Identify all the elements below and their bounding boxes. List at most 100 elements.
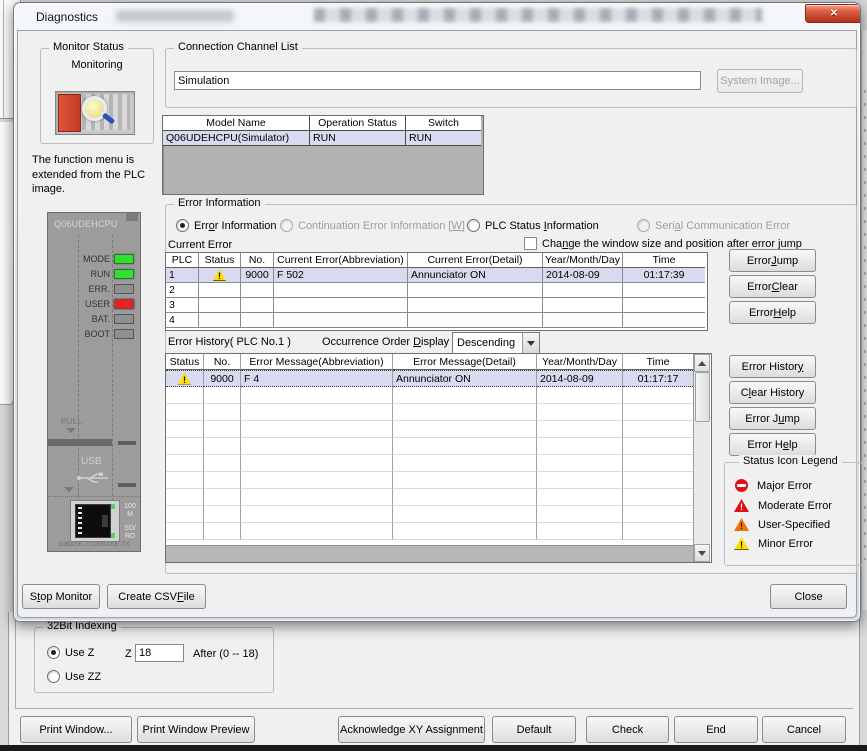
led-row-err: ERR. (56, 281, 134, 296)
current-error-table: PLC Status No. Current Error(Abbreviatio… (165, 252, 708, 331)
end-button[interactable]: End (674, 716, 758, 743)
run-led (114, 269, 134, 279)
history-error-jump-button[interactable]: Error Jump (729, 407, 816, 430)
minor-error-icon (178, 373, 191, 385)
port-sdrd-label: SD/RD (122, 525, 138, 541)
column-header: Year/Month/Day (543, 253, 623, 268)
plc-cell: 1 (166, 268, 199, 283)
default-button[interactable]: Default (492, 716, 576, 743)
error-clear-button[interactable]: Error Clear (729, 275, 816, 298)
scrollbar-thumb[interactable] (695, 372, 710, 422)
empty-row (166, 523, 693, 540)
radio-icon (47, 646, 60, 659)
history-error-help-button[interactable]: Error Help (729, 433, 816, 456)
radio-icon (637, 219, 650, 232)
error-history-table: Status No. Error Message(Abbreviation) E… (165, 353, 712, 563)
switch-cell: RUN (406, 131, 481, 146)
column-header: Time (623, 354, 693, 370)
print-window-preview-button[interactable]: Print Window Preview (137, 716, 255, 743)
close-dialog-button[interactable]: Close (770, 584, 847, 609)
current-error-row[interactable]: 2 (166, 283, 707, 298)
create-csv-file-button[interactable]: Create CSV File (107, 584, 206, 609)
plc-section-separator (48, 496, 140, 497)
error-abbr-cell: F 502 (274, 268, 408, 283)
cancel-button[interactable]: Cancel (762, 716, 846, 743)
title-bar[interactable]: Diagnostics ✕ (14, 3, 860, 30)
legend-item-user-specified: User-Specified (734, 518, 830, 531)
error-history-grid: Status No. Error Message(Abbreviation) E… (166, 354, 693, 562)
column-header: Current Error(Abbreviation) (274, 253, 408, 268)
column-header: Error Message(Detail) (393, 354, 537, 370)
system-image-button[interactable]: System Image... (717, 69, 803, 93)
led-label: MODE (56, 254, 114, 264)
cover-arrow-icon (64, 487, 74, 492)
connection-channel-input[interactable] (174, 71, 701, 90)
error-jump-button[interactable]: Error Jump (729, 249, 816, 272)
model-name-cell: Q06UDEHCPU(Simulator) (163, 131, 310, 146)
close-button[interactable]: ✕ (805, 4, 860, 23)
empty-row (166, 455, 693, 472)
plc-module-graphic (58, 94, 81, 132)
current-error-header: PLC Status No. Current Error(Abbreviatio… (166, 253, 707, 268)
legend-label: Moderate Error (758, 500, 832, 512)
vertical-scrollbar[interactable] (693, 354, 710, 562)
dialog-body: Monitor Status Monitoring The function m… (17, 30, 857, 618)
led-row-run: RUN (56, 266, 134, 281)
column-header: Model Name (163, 116, 310, 131)
connection-channel-group-label: Connection Channel List (174, 41, 302, 53)
serial-communication-error-radio[interactable]: Serial Communication Error (637, 219, 790, 232)
model-table-row[interactable]: Q06UDEHCPU(Simulator) RUN RUN (163, 131, 483, 146)
column-header: Status (166, 354, 204, 370)
empty-row (166, 472, 693, 489)
use-zz-radio[interactable]: Use ZZ (47, 670, 101, 683)
plc-cell: 3 (166, 298, 199, 313)
plc-model-label: Q06UDEHCPU (54, 219, 118, 229)
occurrence-order-label: Occurrence Order Display (322, 336, 449, 348)
error-information-radio[interactable]: Error Information (176, 219, 277, 232)
error-abbr-cell: F 4 (241, 370, 393, 387)
error-history-row[interactable]: 9000 F 4 Annunciator ON 2014-08-09 01:17… (166, 370, 693, 387)
led-label: USER (56, 299, 114, 309)
indexing-group: 32Bit Indexing Use Z Z After (0 -- 18) U… (34, 627, 274, 693)
continuation-error-radio[interactable]: Continuation Error Information [W] (280, 219, 465, 232)
error-help-button[interactable]: Error Help (729, 301, 816, 324)
dropdown-arrow-icon[interactable] (522, 333, 539, 353)
error-date-cell: 2014-08-09 (543, 268, 623, 283)
radio-label: Serial Communication Error (655, 220, 790, 232)
port-speed-label: 100M (122, 503, 138, 519)
current-error-row[interactable]: 1 9000 F 502 Annunciator ON 2014-08-09 0… (166, 268, 707, 283)
error-date-cell: 2014-08-09 (537, 370, 623, 387)
radio-icon (467, 219, 480, 232)
error-time-cell: 01:17:39 (623, 268, 705, 283)
current-error-row[interactable]: 4 (166, 313, 707, 328)
occurrence-order-dropdown[interactable]: Descending (452, 332, 540, 354)
plc-image[interactable]: Q06UDEHCPU MODE RUN ERR. USER (47, 212, 141, 552)
model-table: Model Name Operation Status Switch Q06UD… (162, 115, 484, 195)
legend-label: Major Error (757, 480, 812, 492)
scroll-up-button[interactable] (694, 354, 710, 372)
check-button[interactable]: Check (586, 716, 669, 743)
acknowledge-xy-assignment-button[interactable]: Acknowledge XY Assignment (338, 716, 485, 743)
user-led (114, 299, 134, 309)
z-value-input[interactable] (135, 644, 184, 662)
scroll-down-button[interactable] (694, 544, 710, 562)
radio-icon (176, 219, 189, 232)
clear-history-button[interactable]: Clear History (729, 381, 816, 404)
radio-label: PLC Status Information (485, 220, 599, 232)
err-led (114, 284, 134, 294)
radio-icon (280, 219, 293, 232)
scrollbar-track[interactable] (694, 372, 710, 544)
stop-monitor-button[interactable]: Stop Monitor (22, 584, 100, 609)
z-label: Z (125, 648, 132, 660)
monitor-status-group-label: Monitor Status (49, 41, 128, 53)
use-z-radio[interactable]: Use Z (47, 646, 94, 659)
link-led (111, 504, 115, 509)
print-window-button[interactable]: Print Window... (20, 716, 132, 743)
current-error-row[interactable]: 3 (166, 298, 707, 313)
plc-status-information-radio[interactable]: PLC Status Information (467, 219, 599, 232)
horizontal-scrollbar[interactable] (166, 545, 693, 562)
operation-status-cell: RUN (310, 131, 406, 146)
error-history-button[interactable]: Error History (729, 355, 816, 378)
column-header: Time (623, 253, 705, 268)
led-row-bat: BAT. (56, 311, 134, 326)
